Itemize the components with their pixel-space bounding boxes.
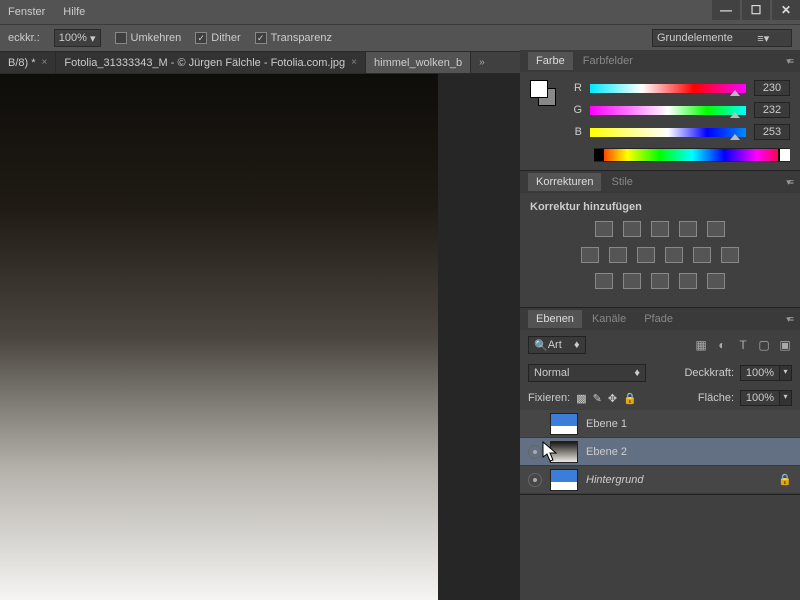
window-close-button[interactable]: ✕ [772, 0, 800, 20]
visibility-toggle[interactable] [528, 445, 542, 459]
posterize-icon[interactable] [623, 273, 641, 289]
layer-name[interactable]: Ebene 1 [586, 418, 627, 430]
lock-position-icon[interactable]: ✥ [608, 392, 617, 405]
tab-paths[interactable]: Pfade [636, 310, 681, 328]
panel-menu-icon[interactable]: ▾≡ [786, 177, 792, 188]
window-maximize-button[interactable]: ☐ [742, 0, 770, 20]
filter-pixel-icon[interactable]: ▦ [694, 338, 708, 352]
value-b[interactable]: 253 [754, 124, 790, 140]
photo-filter-icon[interactable] [665, 247, 683, 263]
slider-r[interactable] [590, 84, 746, 93]
layer-row[interactable]: Hintergrund 🔒 [520, 466, 800, 494]
opacity-combo[interactable]: 100% ▾ [54, 29, 101, 47]
filter-smart-icon[interactable]: ▣ [778, 338, 792, 352]
document-tab[interactable]: Fotolia_31333343_M - © Jürgen Fälchle - … [56, 52, 366, 73]
add-adjustment-label: Korrektur hinzufügen [530, 201, 790, 213]
filter-shape-icon[interactable]: ▢ [757, 338, 771, 352]
opacity-label: eckkr.: [8, 32, 40, 44]
layer-thumbnail[interactable] [550, 469, 578, 491]
dropdown-arrow-icon[interactable]: ▾ [780, 390, 792, 406]
document-tab[interactable]: himmel_wolken_b [366, 52, 471, 73]
gradient-map-icon[interactable] [679, 273, 697, 289]
tab-adjustments[interactable]: Korrekturen [528, 173, 601, 191]
dither-checkbox[interactable]: ✓Dither [195, 32, 240, 44]
selective-color-icon[interactable] [707, 273, 725, 289]
channel-r-label: R [570, 82, 582, 94]
tab-swatches[interactable]: Farbfelder [575, 52, 641, 70]
brightness-icon[interactable] [595, 221, 613, 237]
lock-all-icon[interactable]: 🔒 [623, 392, 637, 405]
tab-color[interactable]: Farbe [528, 52, 573, 70]
dropdown-arrow-icon[interactable]: ▾ [780, 365, 792, 381]
color-swatches[interactable] [530, 80, 556, 106]
filter-adjust-icon[interactable]: ◐ [715, 338, 729, 352]
invert-icon[interactable] [595, 273, 613, 289]
bw-icon[interactable] [637, 247, 655, 263]
workspace-switcher[interactable]: Grundelemente ≡▾ [652, 29, 792, 47]
layer-opacity-value[interactable]: 100% [740, 365, 780, 381]
opacity-label: Deckkraft: [684, 367, 734, 379]
menu-item[interactable]: Hilfe [63, 6, 85, 18]
reverse-checkbox[interactable]: Umkehren [115, 32, 182, 44]
foreground-swatch[interactable] [530, 80, 548, 98]
layer-kind-filter[interactable]: 🔍 Art ♦ [528, 336, 586, 354]
value-g[interactable]: 232 [754, 102, 790, 118]
blend-mode-dropdown[interactable]: Normal♦ [528, 364, 646, 382]
lock-icon: 🔒 [778, 473, 792, 486]
menu-item[interactable]: Fenster [8, 6, 45, 18]
document-tab[interactable]: B/8) *× [0, 52, 56, 73]
fill-label: Fläche: [698, 392, 734, 404]
tab-styles[interactable]: Stile [603, 173, 640, 191]
canvas-area [0, 74, 520, 600]
color-spectrum[interactable] [594, 148, 790, 162]
hue-icon[interactable] [581, 247, 599, 263]
lock-transparent-icon[interactable]: ▩ [576, 392, 586, 405]
channel-b-label: B [570, 126, 582, 138]
layer-name[interactable]: Ebene 2 [586, 446, 627, 458]
canvas[interactable] [0, 74, 438, 600]
layer-thumbnail[interactable] [550, 413, 578, 435]
channel-mixer-icon[interactable] [693, 247, 711, 263]
layer-name[interactable]: Hintergrund [586, 474, 643, 486]
tab-overflow[interactable]: » [471, 52, 493, 73]
lut-icon[interactable] [721, 247, 739, 263]
layer-row[interactable]: Ebene 1 [520, 410, 800, 438]
visibility-toggle[interactable] [528, 473, 542, 487]
tab-layers[interactable]: Ebenen [528, 310, 582, 328]
threshold-icon[interactable] [651, 273, 669, 289]
visibility-toggle[interactable] [528, 417, 542, 431]
curves-icon[interactable] [651, 221, 669, 237]
filter-type-icon[interactable]: T [736, 338, 750, 352]
slider-b[interactable] [590, 128, 746, 137]
vibrance-icon[interactable] [707, 221, 725, 237]
exposure-icon[interactable] [679, 221, 697, 237]
close-icon[interactable]: × [42, 57, 48, 68]
tab-channels[interactable]: Kanäle [584, 310, 634, 328]
value-r[interactable]: 230 [754, 80, 790, 96]
slider-g[interactable] [590, 106, 746, 115]
layer-row[interactable]: Ebene 2 [520, 438, 800, 466]
panel-menu-icon[interactable]: ▾≡ [786, 314, 792, 325]
close-icon[interactable]: × [351, 57, 357, 68]
levels-icon[interactable] [623, 221, 641, 237]
layer-fill-value[interactable]: 100% [740, 390, 780, 406]
panel-menu-icon[interactable]: ▾≡ [786, 56, 792, 67]
balance-icon[interactable] [609, 247, 627, 263]
layer-thumbnail[interactable] [550, 441, 578, 463]
lock-label: Fixieren: [528, 392, 570, 404]
transparency-checkbox[interactable]: ✓Transparenz [255, 32, 332, 44]
window-minimize-button[interactable]: — [712, 0, 740, 20]
channel-g-label: G [570, 104, 582, 116]
lock-paint-icon[interactable]: ✎ [593, 392, 602, 405]
